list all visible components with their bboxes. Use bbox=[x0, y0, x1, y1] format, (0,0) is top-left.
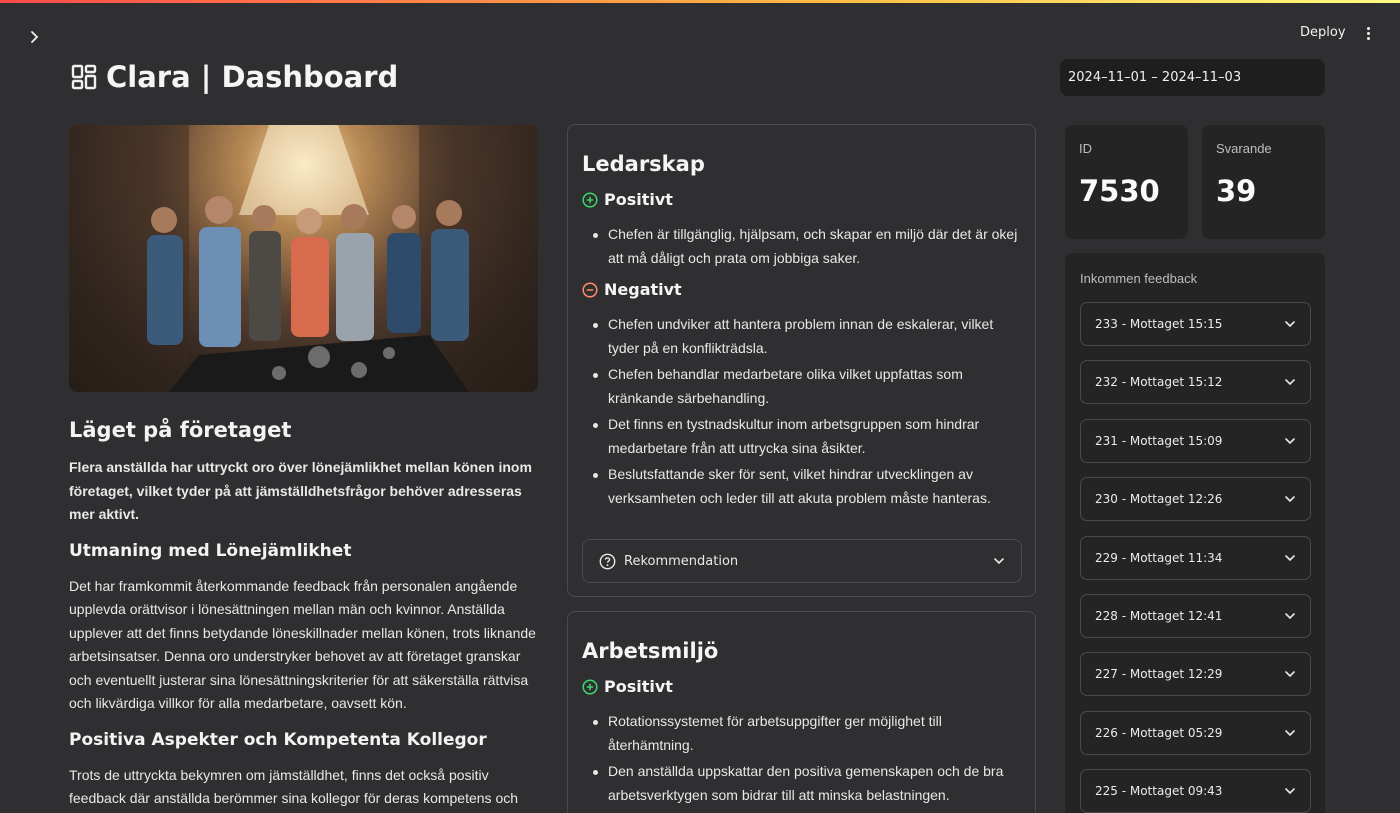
plus-circle-icon bbox=[582, 191, 598, 208]
section-heading: Läget på företaget bbox=[69, 418, 292, 442]
chevron-down-icon bbox=[1285, 613, 1295, 620]
list-item: Det finns en tystnadskultur inom arbetsg… bbox=[592, 413, 1021, 460]
metric-label: Svarande bbox=[1216, 141, 1272, 156]
chevron-down-icon bbox=[1285, 729, 1295, 736]
chevron-down-icon bbox=[1285, 496, 1295, 503]
recommendation-expander[interactable]: Rekommendation bbox=[582, 539, 1022, 583]
positive-label: Positivt bbox=[604, 677, 673, 696]
page-title: Clara | Dashboard bbox=[106, 60, 399, 94]
chevron-down-icon bbox=[994, 558, 1004, 565]
help-circle-icon bbox=[599, 553, 616, 569]
feedback-item-label: 233 - Mottaget 15:15 bbox=[1095, 317, 1223, 331]
list-item: Den anställda uppskattar den positiva ge… bbox=[592, 760, 1021, 807]
subheading-pay-equality: Utmaning med Lönejämlikhet bbox=[69, 540, 352, 561]
negative-list: Chefen undviker att hantera problem inna… bbox=[582, 313, 1021, 510]
feedback-item[interactable]: 225 - Mottaget 09:43 bbox=[1080, 769, 1311, 813]
factory-workers-image bbox=[69, 125, 538, 392]
chevron-down-icon bbox=[1285, 671, 1295, 678]
chevron-down-icon bbox=[1285, 437, 1295, 444]
list-item: Beslutsfattande sker för sent, vilket hi… bbox=[592, 463, 1021, 510]
sidebar-expand-icon[interactable] bbox=[26, 28, 44, 46]
recommendation-label: Rekommendation bbox=[624, 553, 739, 569]
deploy-button[interactable]: Deploy bbox=[1300, 25, 1346, 40]
feedback-item-label: 230 - Mottaget 12:26 bbox=[1095, 492, 1223, 507]
feedback-panel-label: Inkommen feedback bbox=[1080, 271, 1198, 286]
work-environment-card: Arbetsmiljö Positivt Rotationssystemet f… bbox=[567, 611, 1036, 813]
id-metric: ID 7530 bbox=[1065, 125, 1188, 239]
negative-heading: Negativt bbox=[582, 280, 1021, 299]
plus-circle-icon bbox=[582, 678, 598, 695]
incoming-feedback-panel: Inkommen feedback 233 - Mottaget 15:15 2… bbox=[1065, 253, 1325, 813]
respondents-metric: Svarande 39 bbox=[1202, 125, 1325, 239]
feedback-item[interactable]: 232 - Mottaget 15:12 bbox=[1080, 360, 1311, 405]
feedback-item[interactable]: 230 - Mottaget 12:26 bbox=[1080, 477, 1311, 522]
page-header: Clara | Dashboard bbox=[70, 60, 398, 94]
positive-aspects-text: Trots de uttryckta bekymren om jämställd… bbox=[69, 766, 519, 807]
card-title: Arbetsmiljö bbox=[582, 639, 719, 663]
feedback-item-label: 232 - Mottaget 15:12 bbox=[1095, 375, 1223, 390]
date-range-input[interactable]: 2024–11–01 – 2024–11–03 bbox=[1060, 59, 1325, 96]
chevron-down-icon bbox=[1285, 379, 1295, 386]
positive-heading: Positivt bbox=[582, 677, 1021, 696]
metric-value: 7530 bbox=[1079, 174, 1160, 208]
feedback-item[interactable]: 227 - Mottaget 12:29 bbox=[1080, 652, 1311, 697]
card-title: Ledarskap bbox=[582, 152, 705, 176]
dashboard-icon bbox=[71, 64, 97, 90]
leadership-card: Ledarskap Positivt Chefen är tillgänglig… bbox=[567, 124, 1036, 597]
metric-value: 39 bbox=[1216, 174, 1257, 208]
chevron-down-icon bbox=[1285, 554, 1295, 561]
positive-list: Chefen är tillgänglig, hjälpsam, och ska… bbox=[582, 223, 1021, 270]
main-menu-icon[interactable] bbox=[1360, 25, 1376, 43]
feedback-item[interactable]: 233 - Mottaget 15:15 bbox=[1080, 302, 1311, 346]
company-status-section: Läget på företaget Flera anställda har u… bbox=[69, 418, 539, 811]
metric-label: ID bbox=[1079, 141, 1092, 156]
list-item: Chefen är tillgänglig, hjälpsam, och ska… bbox=[592, 223, 1021, 270]
feedback-item-label: 226 - Mottaget 05:29 bbox=[1095, 725, 1223, 740]
list-item: Rotationssystemet för arbetsuppgifter ge… bbox=[592, 710, 1021, 757]
feedback-item-label: 225 - Mottaget 09:43 bbox=[1095, 784, 1223, 799]
list-item: Chefen behandlar medarbetare olika vilke… bbox=[592, 363, 1021, 410]
top-accent-bar bbox=[0, 0, 1400, 3]
feedback-item-label: 229 - Mottaget 11:34 bbox=[1095, 550, 1223, 565]
minus-circle-icon bbox=[582, 281, 598, 298]
positive-list: Rotationssystemet för arbetsuppgifter ge… bbox=[582, 710, 1021, 807]
chevron-down-icon bbox=[1285, 788, 1295, 795]
feedback-item[interactable]: 229 - Mottaget 11:34 bbox=[1080, 535, 1311, 580]
pay-equality-text: Det har framkommit återkommande feedback… bbox=[69, 577, 536, 712]
negative-label: Negativt bbox=[604, 280, 682, 299]
positive-heading: Positivt bbox=[582, 190, 1021, 209]
feedback-item-label: 228 - Mottaget 12:41 bbox=[1095, 608, 1223, 623]
feedback-item[interactable]: 228 - Mottaget 12:41 bbox=[1080, 593, 1311, 638]
feedback-item[interactable]: 231 - Mottaget 15:09 bbox=[1080, 418, 1311, 463]
list-item: Chefen undviker att hantera problem inna… bbox=[592, 313, 1021, 360]
positive-label: Positivt bbox=[604, 190, 673, 209]
feedback-item-label: 227 - Mottaget 12:29 bbox=[1095, 667, 1223, 682]
feedback-item[interactable]: 226 - Mottaget 05:29 bbox=[1080, 710, 1311, 755]
chevron-down-icon bbox=[1285, 321, 1295, 328]
intro-text: Flera anställda har uttryckt oro över lö… bbox=[69, 459, 532, 522]
feedback-item-label: 231 - Mottaget 15:09 bbox=[1095, 433, 1223, 448]
subheading-positive-aspects: Positiva Aspekter och Kompetenta Kollego… bbox=[69, 729, 487, 750]
